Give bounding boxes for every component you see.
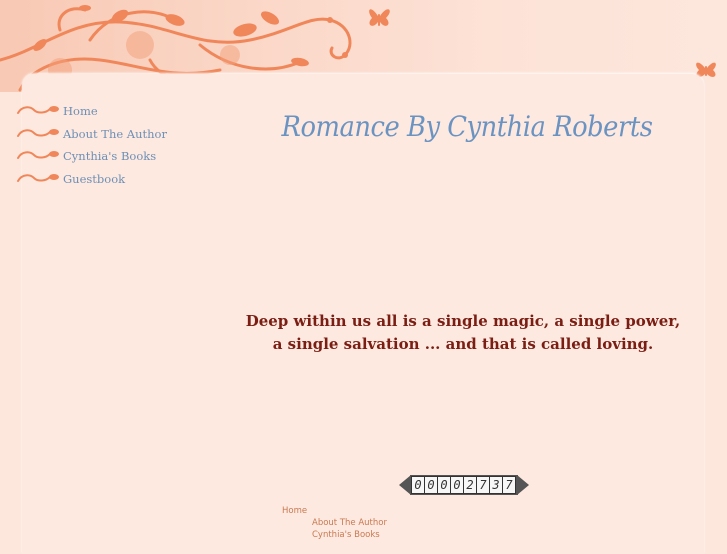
counter-digit: 0: [450, 476, 464, 494]
sidebar-item-cynthias-books[interactable]: Cynthia's Books: [16, 145, 206, 168]
footer-link-home[interactable]: Home: [282, 506, 307, 516]
sidebar-item-home[interactable]: Home: [16, 100, 206, 123]
footer-link-about-the-author[interactable]: About The Author: [312, 518, 387, 528]
page-title: Romance By Cynthia Roberts: [281, 110, 653, 143]
swirl-icon: [17, 151, 59, 160]
sidebar-item-about-the-author[interactable]: About The Author: [16, 123, 206, 146]
butterfly-icon: [696, 62, 716, 77]
butterfly-icon: [369, 9, 390, 26]
counter-digit: 0: [424, 476, 438, 494]
counter-digit: 7: [476, 476, 490, 494]
counter-digit: 2: [463, 476, 477, 494]
sidebar-item-guestbook[interactable]: Guestbook: [16, 168, 206, 191]
counter-digit: 0: [411, 476, 425, 494]
sidebar-item-label: Cynthia's Books: [63, 149, 157, 164]
sidebar-nav: Home About The Author Cynthia's Books Gu…: [16, 100, 206, 190]
footer-link-cynthias-books[interactable]: Cynthia's Books: [312, 530, 380, 540]
sidebar-item-label: Guestbook: [63, 171, 126, 186]
sidebar-item-label: Home: [63, 104, 98, 119]
quote-text: Deep within us all is a single magic, a …: [245, 312, 681, 353]
counter-digits: 0 0 0 0 2 7 3 7: [411, 476, 516, 494]
swirl-icon: [17, 173, 59, 182]
swirl-icon: [17, 106, 59, 115]
counter-digit: 3: [489, 476, 503, 494]
hit-counter: 0 0 0 0 2 7 3 7: [399, 475, 529, 495]
sidebar-item-label: About The Author: [63, 126, 167, 141]
counter-digit: 7: [502, 476, 516, 494]
counter-digit: 0: [437, 476, 451, 494]
swirl-icon: [17, 128, 59, 137]
